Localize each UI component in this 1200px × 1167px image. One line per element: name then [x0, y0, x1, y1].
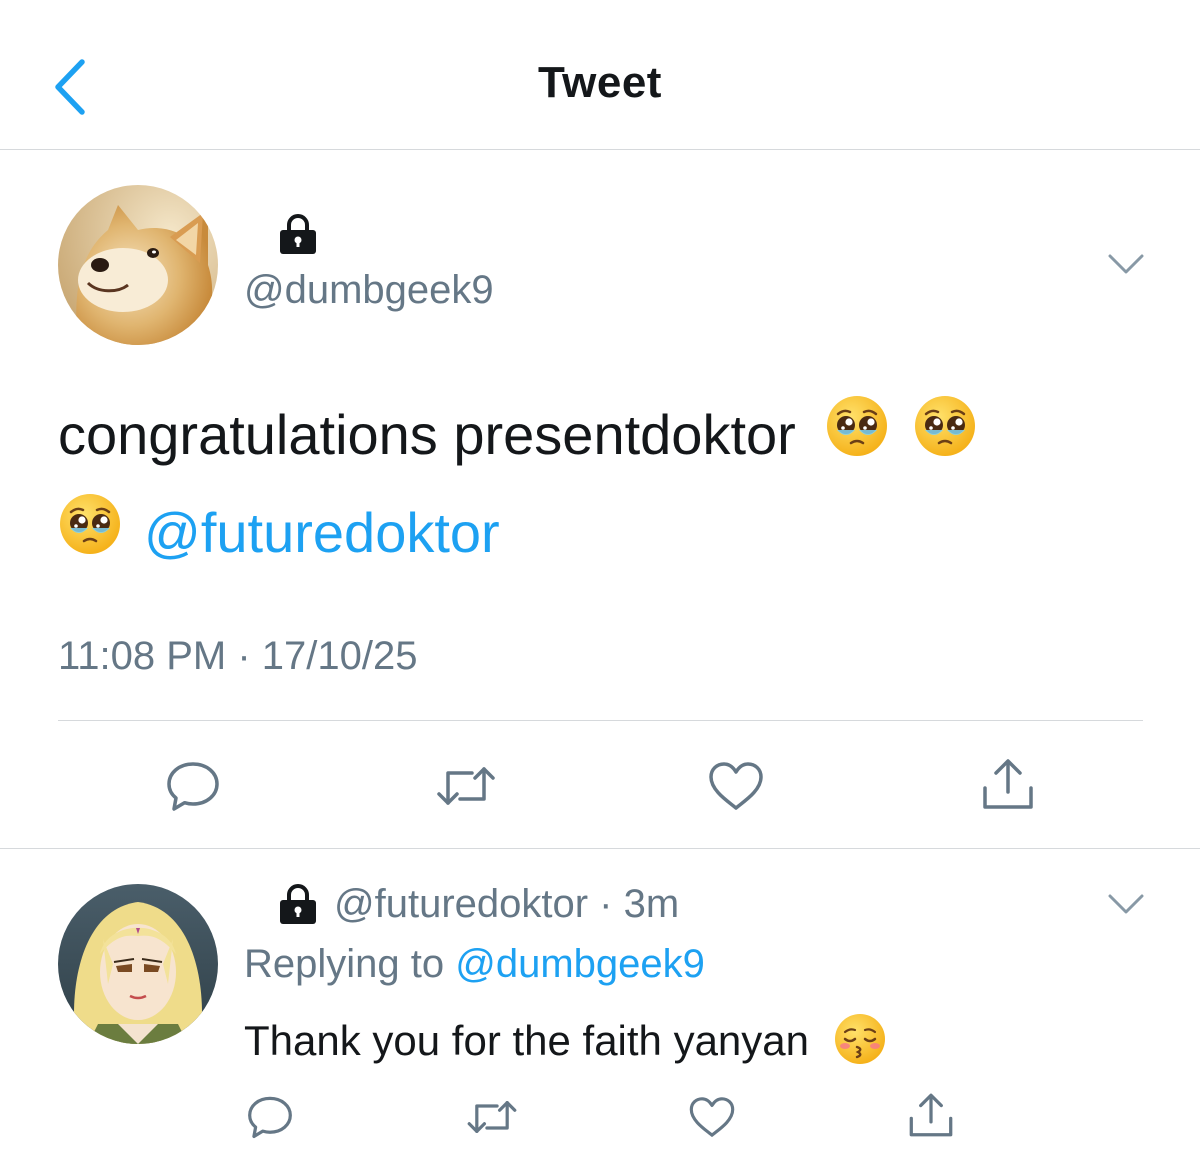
share-button[interactable] — [976, 754, 1040, 814]
reply-icon — [167, 762, 219, 811]
divider — [58, 720, 1143, 721]
reply-button[interactable] — [162, 758, 224, 814]
reply-author-handle[interactable]: @futuredoktor — [334, 882, 588, 926]
pleading-face-emoji — [913, 392, 977, 486]
pleading-face-emoji — [825, 392, 889, 486]
like-button[interactable] — [704, 758, 768, 814]
tweet-timestamp: 11:08 PM · 17/10/25 — [58, 634, 418, 678]
heart-icon — [689, 1097, 735, 1137]
reply-reply-button[interactable] — [244, 1094, 296, 1140]
tweet-text: congratulations presentdoktor — [58, 403, 796, 466]
reply-time: 3m — [623, 882, 680, 926]
retweet-icon — [467, 1101, 517, 1133]
reply-icon — [248, 1096, 292, 1139]
mention-link[interactable]: @futuredoktor — [144, 501, 500, 564]
author-avatar[interactable] — [58, 185, 218, 345]
kissing-face-emoji — [833, 1012, 887, 1076]
replying-to: Replying to @dumbgeek9 — [244, 942, 705, 987]
tweet-body: congratulations presentdoktor @futuredok… — [58, 388, 1158, 584]
heart-icon — [709, 762, 763, 810]
lock-icon — [276, 882, 320, 931]
retweet-icon — [437, 767, 495, 805]
time-separator: · — [588, 882, 624, 926]
page-title: Tweet — [538, 58, 662, 107]
chevron-down-icon — [1108, 894, 1144, 914]
replying-to-label: Replying to — [244, 942, 456, 986]
reply-header: @futuredoktor · 3m — [334, 882, 679, 927]
reply-options-button[interactable] — [1106, 890, 1146, 923]
tweet-options-button[interactable] — [1106, 250, 1146, 283]
share-icon — [983, 759, 1033, 809]
lock-icon — [276, 212, 320, 261]
share-icon — [909, 1093, 953, 1137]
chevron-down-icon — [1108, 254, 1144, 274]
reply-body: Thank you for the faith yanyan — [244, 1012, 887, 1076]
pleading-face-emoji — [58, 490, 122, 584]
author-handle[interactable]: @dumbgeek9 — [244, 268, 494, 313]
replying-to-mention[interactable]: @dumbgeek9 — [455, 942, 705, 986]
retweet-button[interactable] — [432, 758, 500, 814]
divider — [0, 848, 1200, 849]
reply-text: Thank you for the faith yanyan — [244, 1017, 810, 1065]
reply-retweet-button[interactable] — [464, 1094, 520, 1140]
reply-like-button[interactable] — [686, 1094, 738, 1140]
reply-share-button[interactable] — [904, 1090, 958, 1140]
reply-author-avatar[interactable] — [58, 884, 218, 1044]
